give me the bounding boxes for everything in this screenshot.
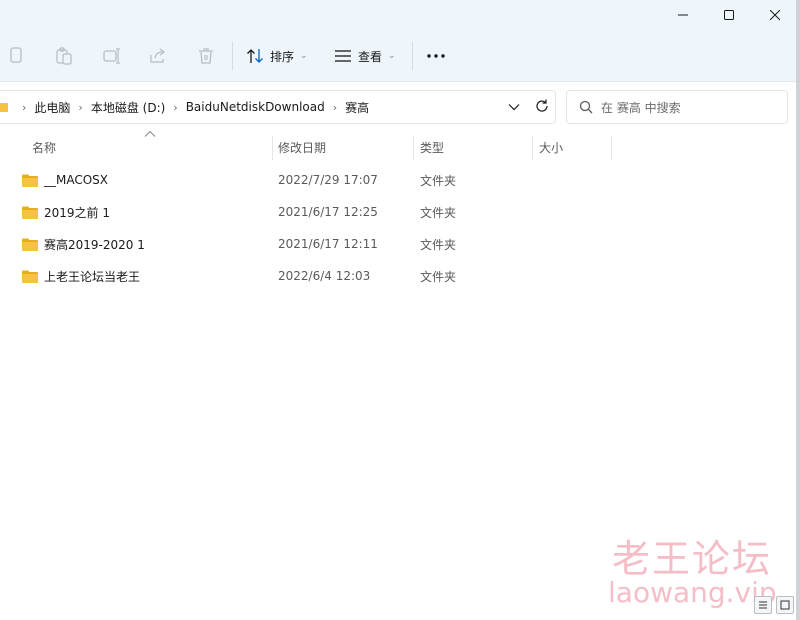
- folder-icon: [22, 270, 38, 283]
- sort-button[interactable]: 排序 ⌄: [246, 42, 308, 70]
- file-name: __MACOSX: [44, 173, 109, 187]
- delete-icon: [199, 48, 213, 64]
- file-name-cell: 赛高2019-2020 1: [22, 228, 145, 260]
- file-explorer-window: 排序 ⌄ 查看 ⌄ › 此电脑 › 本地磁盘 (D:) › BaiduNetdi…: [0, 0, 796, 620]
- folder-icon: [22, 206, 38, 219]
- breadcrumb-current-folder[interactable]: 赛高: [345, 99, 369, 116]
- column-header-name[interactable]: 名称: [32, 132, 56, 162]
- column-divider[interactable]: [611, 136, 612, 160]
- details-view-button[interactable]: [754, 596, 772, 614]
- copy-icon: [10, 47, 22, 63]
- chevron-down-icon: [508, 104, 519, 111]
- sort-icon: [247, 49, 263, 63]
- file-name: 2019之前 1: [44, 205, 110, 220]
- toolbar-divider: [232, 42, 233, 70]
- share-button[interactable]: [146, 44, 170, 68]
- column-divider[interactable]: [272, 136, 273, 160]
- folder-icon: [22, 174, 38, 187]
- column-header-size[interactable]: 大小: [539, 132, 563, 162]
- close-icon: [770, 10, 780, 20]
- chevron-right-icon: ›: [332, 100, 338, 114]
- more-button[interactable]: [424, 44, 448, 68]
- file-type: 文件夹: [420, 173, 457, 188]
- breadcrumb-drive-d[interactable]: 本地磁盘 (D:): [91, 99, 165, 116]
- file-row[interactable]: 上老王论坛当老王 2022/6/4 12:03 文件夹: [0, 260, 796, 292]
- file-type: 文件夹: [420, 269, 457, 284]
- window-edge: [796, 0, 800, 620]
- address-tools: [500, 90, 556, 124]
- folder-icon: [22, 238, 38, 251]
- minimize-button[interactable]: [660, 0, 706, 30]
- file-row[interactable]: 赛高2019-2020 1 2021/6/17 12:11 文件夹: [0, 228, 796, 260]
- file-date: 2022/6/4 12:03: [278, 269, 371, 283]
- column-header-type[interactable]: 类型: [420, 132, 444, 162]
- large-icons-view-icon: [780, 600, 790, 610]
- column-divider[interactable]: [532, 136, 533, 160]
- delete-button[interactable]: [194, 44, 218, 68]
- toolbar-divider: [412, 42, 413, 70]
- address-row: › 此电脑 › 本地磁盘 (D:) › BaiduNetdiskDownload…: [0, 82, 796, 132]
- title-bar: [0, 0, 796, 30]
- file-date: 2021/6/17 12:11: [278, 237, 378, 251]
- file-date: 2022/7/29 17:07: [278, 173, 378, 187]
- refresh-icon: [535, 99, 548, 112]
- file-name: 赛高2019-2020 1: [44, 237, 145, 252]
- view-icon: [335, 50, 351, 62]
- history-dropdown-button[interactable]: [508, 100, 520, 114]
- rename-button[interactable]: [100, 44, 124, 68]
- column-header-date[interactable]: 修改日期: [278, 132, 326, 162]
- large-icons-view-button[interactable]: [776, 596, 794, 614]
- file-name-cell: 2019之前 1: [22, 196, 110, 228]
- search-placeholder: 在 赛高 中搜索: [601, 100, 681, 115]
- column-header: 名称 修改日期 类型 大小: [0, 132, 796, 162]
- sort-label: 排序: [270, 49, 295, 64]
- copy-button[interactable]: [4, 44, 28, 68]
- share-icon: [150, 48, 166, 63]
- search-box[interactable]: 在 赛高 中搜索: [566, 90, 788, 124]
- maximize-button[interactable]: [706, 0, 752, 30]
- view-switcher: [754, 596, 794, 616]
- file-name: 上老王论坛当老王: [44, 269, 141, 284]
- refresh-button[interactable]: [535, 99, 549, 116]
- breadcrumb-this-pc[interactable]: 此电脑: [34, 99, 70, 116]
- file-row[interactable]: __MACOSX 2022/7/29 17:07 文件夹: [0, 164, 796, 196]
- chevron-right-icon: ›: [173, 100, 178, 114]
- watermark-text-en: laowang.vip: [608, 576, 777, 609]
- folder-icon: [0, 103, 8, 112]
- minimize-icon: [678, 14, 688, 16]
- search-icon: [579, 100, 593, 114]
- maximize-icon: [724, 10, 734, 20]
- close-button[interactable]: [752, 0, 798, 30]
- file-date: 2021/6/17 12:25: [278, 205, 378, 219]
- command-bar: 排序 ⌄ 查看 ⌄: [0, 30, 796, 82]
- watermark-text-cn: 老王论坛: [612, 537, 773, 581]
- details-view-icon: [759, 601, 767, 609]
- chevron-right-icon: ›: [78, 100, 83, 114]
- file-type: 文件夹: [420, 237, 457, 252]
- breadcrumb-baidunetdisk[interactable]: BaiduNetdiskDownload: [186, 100, 325, 114]
- column-divider[interactable]: [413, 136, 414, 160]
- view-chevron-icon: ⌄: [388, 51, 396, 61]
- file-name-cell: __MACOSX: [22, 164, 108, 196]
- file-name-cell: 上老王论坛当老王: [22, 260, 140, 292]
- paste-icon: [56, 47, 72, 65]
- view-button[interactable]: 查看 ⌄: [334, 42, 396, 70]
- paste-button[interactable]: [52, 44, 76, 68]
- file-row[interactable]: 2019之前 1 2021/6/17 12:25 文件夹: [0, 196, 796, 228]
- rename-icon: [103, 48, 120, 64]
- address-bar[interactable]: › 此电脑 › 本地磁盘 (D:) › BaiduNetdiskDownload…: [0, 90, 556, 124]
- chevron-right-icon: ›: [22, 100, 27, 114]
- more-icon: [427, 54, 445, 58]
- file-type: 文件夹: [420, 205, 457, 220]
- sort-chevron-icon: ⌄: [300, 51, 308, 61]
- view-label: 查看: [358, 49, 383, 64]
